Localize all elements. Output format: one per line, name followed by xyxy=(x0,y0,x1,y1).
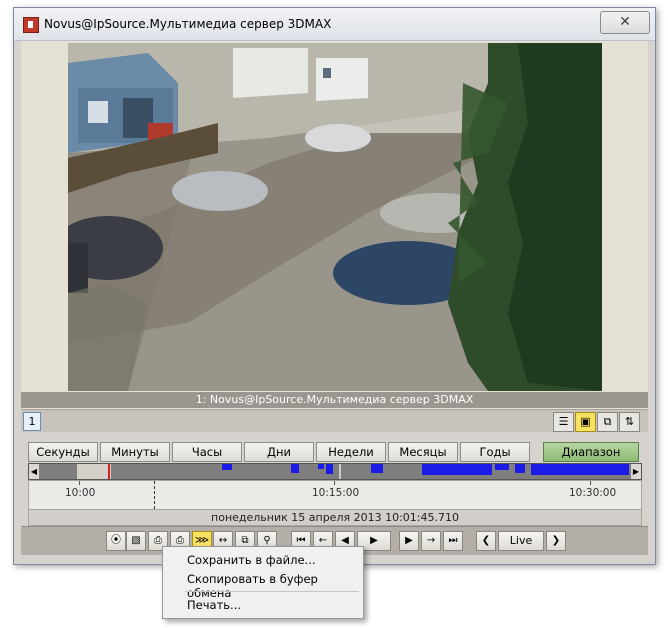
playback-cursor[interactable] xyxy=(108,464,110,479)
multi-view-icon[interactable]: ⧉ xyxy=(597,412,618,432)
scale-minutes-button[interactable]: Минуты xyxy=(100,442,170,462)
scale-seconds-button[interactable]: Секунды xyxy=(28,442,98,462)
live-button[interactable]: Live xyxy=(498,531,544,551)
go-end-icon[interactable]: ⏭ xyxy=(443,531,463,551)
timeline-ruler: 10:00 10:15:00 10:30:00 xyxy=(28,480,642,511)
step-forward-icon[interactable]: → xyxy=(421,531,441,551)
scroll-left-icon[interactable]: ◀ xyxy=(29,464,39,479)
window-title: Novus@IpSource.Мультимедиа сервер 3DMAX xyxy=(44,17,332,31)
scale-hours-button[interactable]: Часы xyxy=(172,442,242,462)
menu-item-print[interactable]: Печать... xyxy=(187,598,241,612)
camera-tab-1[interactable]: 1 xyxy=(23,412,41,431)
export-context-menu: Сохранить в файле... Скопировать в буфер… xyxy=(162,546,364,619)
timeline-panel: Секунды Минуты Часы Дни Недели Месяцы Го… xyxy=(21,433,648,533)
camera-scene-image xyxy=(68,43,602,391)
camera-video-frame[interactable] xyxy=(68,43,602,391)
single-view-icon[interactable]: ▣ xyxy=(575,412,596,432)
app-icon xyxy=(23,17,39,33)
camera-tab-strip: 1 ☰ ▣ ⧉ ⇅ xyxy=(21,409,648,432)
list-view-icon[interactable]: ☰ xyxy=(553,412,574,432)
menu-separator xyxy=(185,591,359,592)
tick-label-3: 10:30:00 xyxy=(569,487,617,499)
next-icon[interactable]: ❯ xyxy=(546,531,566,551)
menu-item-save-file[interactable]: Сохранить в файле... xyxy=(187,553,316,567)
scale-months-button[interactable]: Месяцы xyxy=(388,442,458,462)
record-icon[interactable]: ⦿ xyxy=(106,531,126,551)
tick-label-2: 10:15:00 xyxy=(312,487,360,499)
frame-forward-icon[interactable]: ▶ xyxy=(399,531,419,551)
current-datetime: понедельник 15 апреля 2013 10:01:45.710 xyxy=(28,509,642,526)
scale-days-button[interactable]: Дни xyxy=(244,442,314,462)
snapshot-icon[interactable]: ▧ xyxy=(126,531,146,551)
scroll-right-icon[interactable]: ▶ xyxy=(631,464,641,479)
sort-icon[interactable]: ⇅ xyxy=(619,412,640,432)
title-bar: Novus@IpSource.Мультимедиа сервер 3DMAX … xyxy=(14,8,655,41)
range-selection xyxy=(77,464,111,479)
main-window: Novus@IpSource.Мультимедиа сервер 3DMAX … xyxy=(13,7,656,565)
scale-years-button[interactable]: Годы xyxy=(460,442,530,462)
scale-weeks-button[interactable]: Недели xyxy=(316,442,386,462)
menu-item-copy-clipboard[interactable]: Скопировать в буфер обмена xyxy=(187,572,363,600)
prev-icon[interactable]: ❮ xyxy=(476,531,496,551)
close-button[interactable]: ✕ xyxy=(600,11,650,34)
timeline-track[interactable]: ◀ ▶ xyxy=(28,463,642,480)
tick-label-1: 10:00 xyxy=(65,487,96,499)
camera-caption: 1: Novus@IpSource.Мультимедиа сервер 3DM… xyxy=(21,392,648,408)
range-button[interactable]: Диапазон xyxy=(543,442,639,462)
